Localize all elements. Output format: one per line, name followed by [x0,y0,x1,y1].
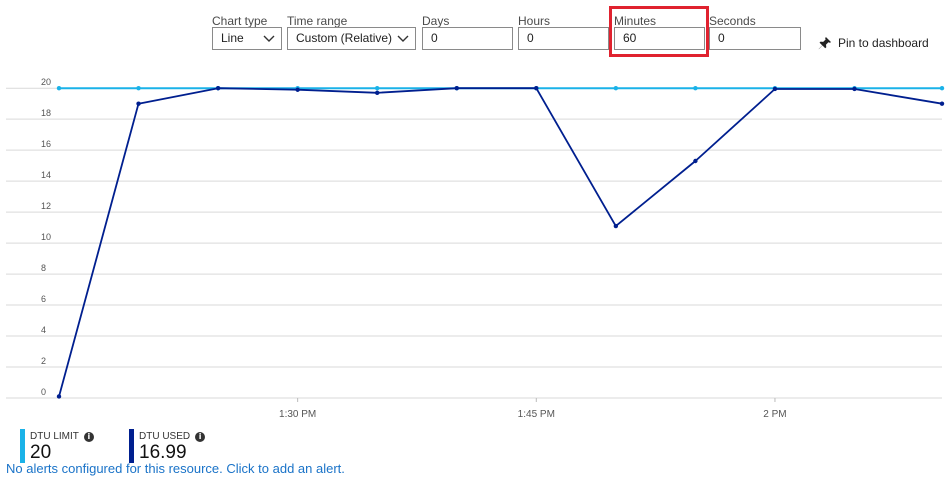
y-tick-label: 8 [41,263,46,273]
days-value: 0 [431,31,438,45]
data-point-dtu-used[interactable] [852,86,857,92]
chevron-down-icon [397,35,409,42]
data-point-dtu-limit[interactable] [374,85,380,91]
x-tick-label: 2 PM [763,409,786,420]
hours-value: 0 [527,31,534,45]
y-tick-label: 4 [41,325,46,335]
data-point-dtu-used[interactable] [693,158,698,164]
hours-input[interactable]: 0 [518,27,609,50]
pin-to-dashboard-button[interactable]: Pin to dashboard [817,34,929,52]
data-point-dtu-limit[interactable] [136,85,141,91]
chart-grid [6,87,942,399]
y-tick-label: 2 [41,356,46,366]
data-point-dtu-used[interactable] [374,90,380,96]
chart-type-value: Line [221,31,244,45]
minutes-input[interactable]: 60 [614,27,705,50]
data-point-dtu-used[interactable] [454,85,459,91]
time-range-value: Custom (Relative) [296,31,393,45]
data-point-dtu-limit[interactable] [939,85,945,91]
x-tick-label: 1:45 PM [518,409,555,420]
y-axis-ticks: 0 2 4 6 8 10 12 14 16 18 20 [41,77,51,397]
data-point-dtu-limit[interactable] [613,85,619,91]
seconds-label: Seconds [709,14,756,28]
y-tick-label: 6 [41,294,46,304]
legend-dtu-used-name: DTU USED i [139,431,206,442]
series-line-dtu-used [58,87,943,397]
data-point-dtu-limit[interactable] [56,85,62,91]
hours-label: Hours [518,14,551,28]
data-point-dtu-used[interactable] [56,394,62,399]
data-point-dtu-used[interactable] [136,101,141,106]
data-point-dtu-used[interactable] [215,85,221,91]
data-point-dtu-used[interactable] [939,101,945,106]
minutes-label: Minutes [614,14,657,28]
chart-series [56,85,945,399]
time-range-label: Time range [287,14,348,28]
chart-settings-toolbar: Chart type Line Time range Custom (Relat… [0,0,946,60]
y-tick-label: 14 [41,170,51,180]
y-tick-label: 20 [41,77,51,87]
pin-icon [818,36,832,49]
days-input[interactable]: 0 [422,27,513,50]
data-point-dtu-used[interactable] [295,87,300,92]
info-icon[interactable]: i [195,431,206,442]
y-tick-label: 18 [41,108,51,118]
x-tick-label: 1:30 PM [279,409,316,420]
chart-type-label: Chart type [212,14,268,28]
dtu-line-chart: 0 2 4 6 8 10 12 14 16 18 20 1:30 PM 1:45 PM 2 PM [6,77,945,420]
legend-dtu-used-label: DTU USED [139,431,191,442]
y-tick-label: 0 [41,387,46,397]
data-point-dtu-used[interactable] [772,86,778,92]
legend-color-swatch [129,429,134,463]
data-point-dtu-limit[interactable] [693,85,698,91]
seconds-value: 0 [718,31,725,45]
legend-dtu-limit-label: DTU LIMIT [30,431,79,442]
data-point-dtu-used[interactable] [534,85,539,91]
y-tick-label: 10 [41,232,51,242]
days-label: Days [422,14,450,28]
y-tick-label: 12 [41,201,51,211]
seconds-input[interactable]: 0 [709,27,801,50]
chart-type-select[interactable]: Line [212,27,282,50]
time-range-select[interactable]: Custom (Relative) [287,27,416,50]
x-axis-ticks: 1:30 PM 1:45 PM 2 PM [279,398,787,420]
legend-color-swatch [20,429,25,463]
data-point-dtu-used[interactable] [613,223,619,229]
pin-to-dashboard-label: Pin to dashboard [838,36,929,50]
add-alert-link[interactable]: No alerts configured for this resource. … [6,461,345,476]
y-tick-label: 16 [41,139,51,149]
info-icon[interactable]: i [83,431,94,442]
legend-dtu-limit-name: DTU LIMIT i [30,431,94,442]
chevron-down-icon [263,35,275,42]
minutes-value: 60 [623,31,637,45]
